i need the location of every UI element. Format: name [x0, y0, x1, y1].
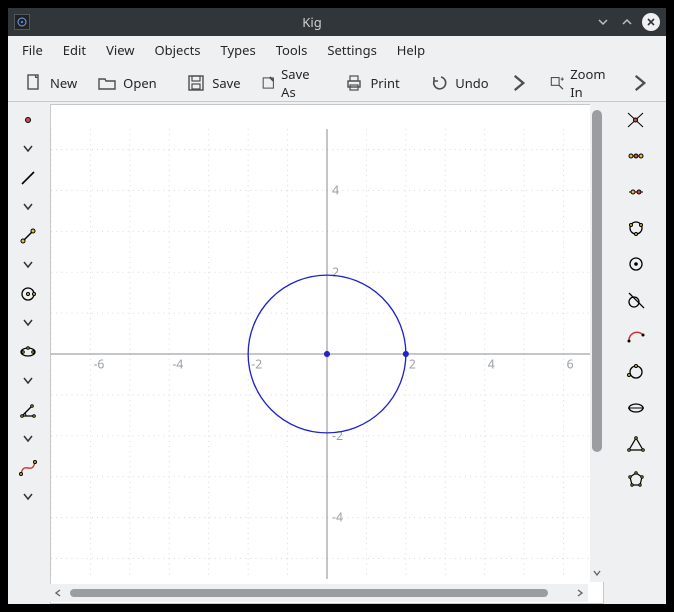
- zoomin-button[interactable]: Zoom In: [541, 61, 618, 105]
- vertical-scrollbar-thumb[interactable]: [592, 110, 602, 452]
- triangle-tool[interactable]: [624, 432, 648, 456]
- vertical-scrollbar[interactable]: [590, 104, 604, 582]
- right-toolbar: [606, 102, 666, 604]
- close-button[interactable]: [642, 13, 660, 31]
- menu-tools[interactable]: Tools: [276, 41, 308, 59]
- save-button[interactable]: Save: [178, 69, 248, 97]
- menu-objects[interactable]: Objects: [155, 41, 201, 59]
- svg-text:4: 4: [488, 355, 495, 372]
- content-area: -6 -4 -2 2 4 6 4 2 -2 -4: [8, 102, 666, 604]
- intersection-tool[interactable]: [624, 108, 648, 132]
- titlebar: Kig: [8, 8, 666, 36]
- menu-types[interactable]: Types: [221, 41, 256, 59]
- saveas-label: Save As: [281, 65, 315, 101]
- maximize-button[interactable]: [618, 13, 636, 31]
- plot-svg: -6 -4 -2 2 4 6 4 2 -2 -4: [51, 105, 603, 603]
- midpoint-tool[interactable]: [624, 144, 648, 168]
- open-button[interactable]: Open: [89, 69, 165, 97]
- segment-tool[interactable]: [16, 224, 40, 248]
- print-label: Print: [370, 74, 399, 92]
- circle-three-points-tool[interactable]: [624, 216, 648, 240]
- print-button[interactable]: Print: [336, 69, 407, 97]
- undo-button[interactable]: Undo: [421, 69, 496, 97]
- bezier-tool[interactable]: [16, 456, 40, 480]
- zoomin-icon: [549, 73, 565, 93]
- arc-tool[interactable]: [624, 324, 648, 348]
- save-icon: [186, 73, 206, 93]
- locus-tool[interactable]: [624, 360, 648, 384]
- saveas-button[interactable]: Save As: [253, 61, 323, 105]
- circle-tool-expand[interactable]: [19, 316, 37, 330]
- svg-text:2: 2: [409, 355, 416, 372]
- horizontal-scrollbar-right[interactable]: [572, 585, 588, 601]
- save-label: Save: [212, 74, 240, 92]
- open-label: Open: [123, 74, 157, 92]
- segment-tool-expand[interactable]: [19, 258, 37, 272]
- toolbar-forward-button[interactable]: [501, 69, 537, 97]
- new-icon: [24, 73, 44, 93]
- vertical-scrollbar-down[interactable]: [590, 566, 604, 580]
- bezier-tool-expand[interactable]: [19, 490, 37, 504]
- line-tool[interactable]: [16, 166, 40, 190]
- conic-tool-expand[interactable]: [19, 374, 37, 388]
- print-icon: [344, 73, 364, 93]
- menu-view[interactable]: View: [106, 41, 134, 59]
- attach-point-tool[interactable]: [624, 180, 648, 204]
- undo-label: Undo: [455, 74, 488, 92]
- svg-text:-4: -4: [172, 355, 183, 372]
- svg-text:2: 2: [332, 263, 339, 280]
- minimize-button[interactable]: [594, 13, 612, 31]
- svg-text:-6: -6: [93, 355, 104, 372]
- point-tool[interactable]: [16, 108, 40, 132]
- horizontal-scrollbar-thumb[interactable]: [70, 589, 548, 597]
- menu-settings[interactable]: Settings: [327, 41, 376, 59]
- menu-edit[interactable]: Edit: [63, 41, 86, 59]
- tangent-tool[interactable]: [624, 288, 648, 312]
- toolbar-overflow-button[interactable]: [622, 69, 658, 97]
- menu-help[interactable]: Help: [397, 41, 425, 59]
- circle-center-point-tool[interactable]: [16, 282, 40, 306]
- app-window: Kig File Edit View Objects Types Tools S…: [8, 8, 666, 604]
- svg-text:-2: -2: [251, 355, 262, 372]
- svg-text:-2: -2: [332, 427, 343, 444]
- zoomin-label: Zoom In: [570, 65, 610, 101]
- angle-tool[interactable]: [16, 398, 40, 422]
- toolbar: New Open Save Save As Print Undo: [8, 64, 666, 102]
- transform-arc-tool[interactable]: [624, 396, 648, 420]
- left-toolbar: [8, 102, 48, 604]
- new-label: New: [50, 74, 77, 92]
- horizontal-scrollbar[interactable]: [50, 584, 588, 602]
- svg-text:4: 4: [332, 182, 339, 199]
- point-tool-expand[interactable]: [19, 142, 37, 156]
- app-icon: [14, 14, 30, 30]
- line-tool-expand[interactable]: [19, 200, 37, 214]
- saveas-icon: [261, 73, 276, 93]
- angle-tool-expand[interactable]: [19, 432, 37, 446]
- undo-icon: [429, 73, 449, 93]
- circle-center-tool[interactable]: [624, 252, 648, 276]
- svg-text:-4: -4: [332, 509, 343, 526]
- canvas-wrap: -6 -4 -2 2 4 6 4 2 -2 -4: [48, 102, 606, 604]
- horizontal-scrollbar-left[interactable]: [50, 585, 66, 601]
- svg-text:6: 6: [567, 355, 574, 372]
- open-icon: [97, 73, 117, 93]
- polygon-tool[interactable]: [624, 468, 648, 492]
- conic-tool[interactable]: [16, 340, 40, 364]
- window-title: Kig: [36, 13, 588, 31]
- menu-file[interactable]: File: [22, 41, 43, 59]
- drawing-canvas[interactable]: -6 -4 -2 2 4 6 4 2 -2 -4: [50, 104, 604, 604]
- new-button[interactable]: New: [16, 69, 85, 97]
